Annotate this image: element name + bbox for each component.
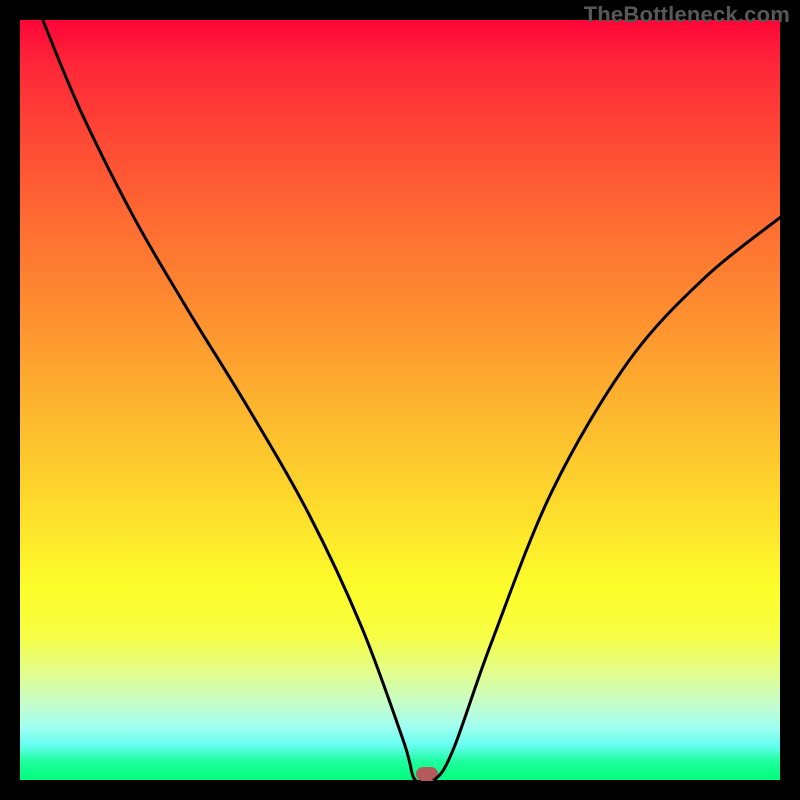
watermark-text: TheBottleneck.com [584, 2, 790, 28]
plot-area [20, 20, 780, 780]
bottleneck-curve [20, 20, 780, 780]
chart-frame: TheBottleneck.com [0, 0, 800, 800]
